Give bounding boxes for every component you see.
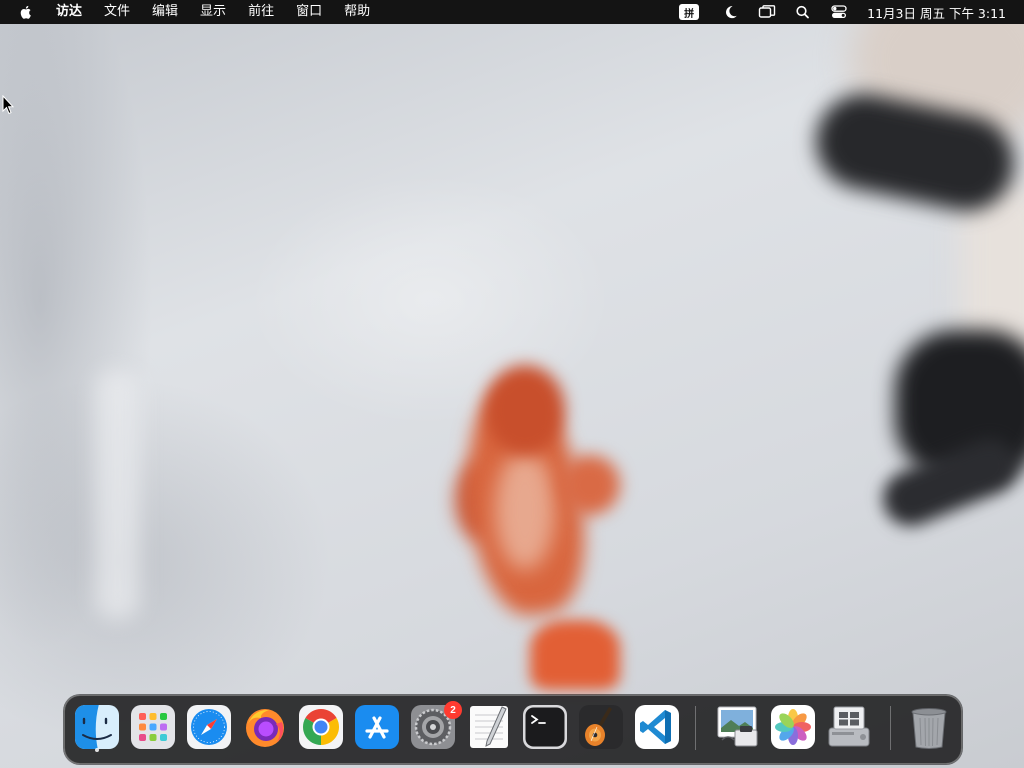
dock-app-firefox[interactable] (242, 704, 288, 750)
spotlight-search-icon[interactable] (793, 4, 813, 20)
wallpaper-streak (95, 370, 140, 620)
dock-app-garageband[interactable] (578, 704, 624, 750)
desktop-wallpaper (0, 0, 1024, 768)
bootcamp-icon (828, 706, 870, 747)
menu-bar-clock[interactable]: 11月3日 周五 下午 3:11 (867, 3, 1006, 22)
app-store-icon (355, 705, 399, 749)
dock-app-preview[interactable] (714, 704, 760, 750)
dock-app-safari[interactable] (186, 704, 232, 750)
wallpaper-fish-head (485, 365, 565, 455)
menu-app-name[interactable]: 访达 (47, 0, 93, 24)
preview-icon (717, 706, 758, 747)
screen-mirroring-icon[interactable] (757, 4, 777, 20)
menu-go[interactable]: 前往 (237, 0, 285, 24)
dock-app-terminal[interactable] (522, 704, 568, 750)
dock: 2 (64, 695, 962, 764)
input-method-menu[interactable]: 拼 (679, 0, 713, 24)
wallpaper-fish-fin (560, 455, 620, 515)
wallpaper-fish-belly (495, 450, 555, 570)
moon-icon[interactable] (721, 4, 741, 20)
menu-view[interactable]: 显示 (189, 0, 237, 24)
terminal-icon (523, 705, 567, 749)
finder-icon (75, 705, 119, 749)
control-center-icon[interactable] (829, 4, 849, 20)
dock-app-trash[interactable] (906, 704, 952, 750)
input-method-indicator: 拼 (679, 4, 700, 20)
mouse-cursor-icon (2, 95, 14, 115)
menu-edit[interactable]: 编辑 (141, 0, 189, 24)
launchpad-icon (131, 705, 175, 749)
dock-app-photos[interactable] (770, 704, 816, 750)
dock-app-system-settings[interactable]: 2 (410, 701, 462, 750)
dock-app-bootcamp[interactable] (826, 704, 872, 750)
notification-badge: 2 (444, 701, 462, 719)
menu-window[interactable]: 窗口 (285, 0, 333, 24)
dock-app-app-store[interactable] (354, 704, 400, 750)
vscode-icon (635, 705, 679, 749)
textedit-icon (470, 706, 508, 748)
dock-app-finder[interactable] (74, 704, 120, 752)
running-indicator (95, 748, 99, 752)
wallpaper-fish-tail (530, 620, 620, 690)
dock-app-textedit[interactable] (466, 704, 512, 750)
photos-icon (771, 705, 815, 749)
dock-app-chrome[interactable] (298, 704, 344, 750)
firefox-icon (246, 709, 284, 747)
apple-menu-icon[interactable] (18, 4, 34, 20)
menu-help[interactable]: 帮助 (333, 0, 381, 24)
garageband-icon (579, 705, 623, 749)
dock-app-vscode[interactable] (634, 704, 680, 750)
menu-bar: 访达 文件 编辑 显示 前往 窗口 帮助 拼 11月3日 周五 下午 3:11 (0, 0, 1024, 24)
chrome-icon (299, 705, 343, 749)
safari-icon (187, 705, 231, 749)
dock-app-launchpad[interactable] (130, 704, 176, 750)
dock-separator (890, 706, 891, 750)
trash-icon (911, 708, 947, 749)
dock-separator (695, 706, 696, 750)
menu-file[interactable]: 文件 (93, 0, 141, 24)
